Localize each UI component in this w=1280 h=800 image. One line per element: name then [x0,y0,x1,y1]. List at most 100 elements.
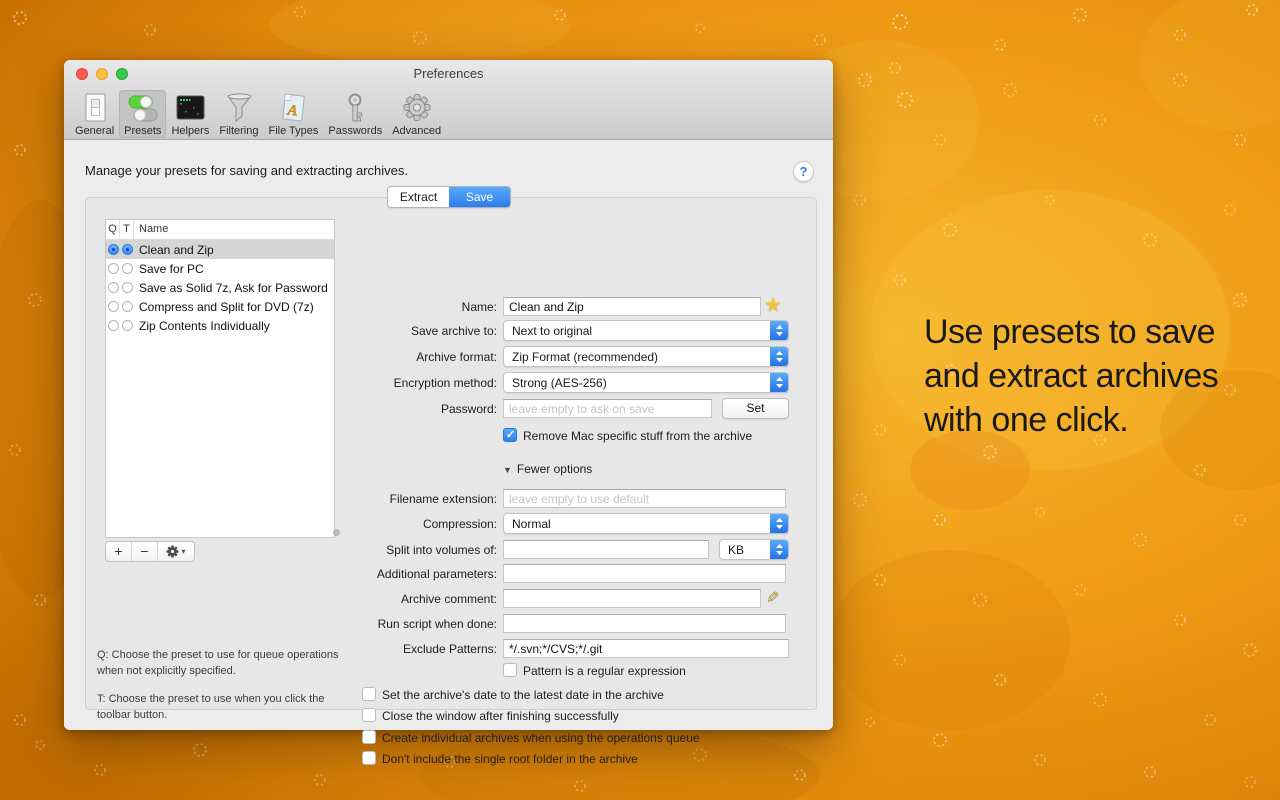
archive-date-checkbox[interactable] [362,687,376,701]
popup-arrows-icon [770,514,788,533]
close-window-label: Close the window after finishing success… [382,709,619,723]
additional-parameters-field[interactable] [503,564,786,583]
document-a-icon: A [275,91,311,125]
queue-radio[interactable] [108,320,119,331]
marketing-caption: Use presets to save and extract archives… [924,310,1224,443]
preset-row[interactable]: Zip Contents Individually [106,316,334,335]
filename-extension-field[interactable] [503,489,786,508]
queue-note: Q: Choose the preset to use for queue op… [97,648,345,680]
queue-radio[interactable] [108,263,119,274]
column-header-name[interactable]: Name [134,220,334,239]
toolbar-item-general[interactable]: General [70,90,119,138]
toolbar-item-helpers[interactable]: Helpers [166,90,214,138]
preset-name: Zip Contents Individually [134,319,334,333]
remove-mac-label: Remove Mac specific stuff from the archi… [523,429,752,443]
page-description: Manage your presets for saving and extra… [85,163,408,178]
preset-list-header: Q T Name [106,220,334,240]
preset-row[interactable]: Save for PC [106,259,334,278]
toolbar-radio[interactable] [122,263,133,274]
toolbar-label: Passwords [328,125,382,138]
archive-format-label: Archive format: [325,350,497,364]
split-unit-select[interactable]: KB [719,539,789,560]
preferences-content: Manage your presets for saving and extra… [64,140,833,730]
archive-format-select[interactable]: Zip Format (recommended) [503,346,789,367]
tab-save[interactable]: Save [449,187,510,207]
exclude-patterns-field[interactable] [503,639,789,658]
run-script-label: Run script when done: [325,617,497,631]
compression-label: Compression: [325,517,497,531]
split-volumes-field[interactable] [503,540,709,559]
toolbar-label: Presets [124,125,161,138]
column-header-t[interactable]: T [120,220,134,239]
individual-archives-checkbox[interactable] [362,730,376,744]
preset-row[interactable]: Compress and Split for DVD (7z) [106,297,334,316]
extract-save-segmented-control: Extract Save [387,186,511,208]
popup-arrows-icon [770,373,788,392]
toggles-icon [125,91,161,125]
toolbar-label: Filtering [219,125,258,138]
pattern-regex-checkbox[interactable] [503,663,517,677]
pattern-regex-label: Pattern is a regular expression [523,664,686,678]
remove-preset-button[interactable]: − [132,542,158,561]
popup-arrows-icon [770,321,788,340]
toolbar-item-passwords[interactable]: Passwords [323,90,387,138]
preset-row[interactable]: Clean and Zip [106,240,334,259]
set-password-button[interactable]: Set [722,398,789,419]
toolbar-radio[interactable] [122,282,133,293]
save-archive-to-select[interactable]: Next to original [503,320,789,341]
close-window-checkbox[interactable] [362,708,376,722]
exclude-patterns-label: Exclude Patterns: [325,642,497,656]
queue-radio[interactable] [108,244,119,255]
add-preset-button[interactable]: + [106,542,132,561]
encryption-method-select[interactable]: Strong (AES-256) [503,372,789,393]
toolbar-item-presets[interactable]: Presets [119,90,166,138]
disclosure-triangle-icon: ▼ [503,465,512,475]
root-folder-label: Don't include the single root folder in … [382,752,638,766]
preset-name: Save as Solid 7z, Ask for Password [134,281,334,295]
edit-comment-pencil-icon[interactable]: ✎ [766,588,779,608]
split-volumes-label: Split into volumes of: [325,543,497,557]
toolbar-item-file-types[interactable]: A File Types [263,90,323,138]
archive-comment-label: Archive comment: [325,592,497,606]
chevron-down-icon: ▾ [181,542,185,561]
window-title: Preferences [64,66,833,81]
tab-extract[interactable]: Extract [388,187,449,207]
toolbar: General Presets Helpers Filtering A File… [64,88,833,140]
key-icon [337,91,373,125]
save-archive-to-label: Save archive to: [325,324,497,338]
titlebar[interactable]: Preferences [64,60,833,88]
remove-mac-checkbox[interactable] [503,428,517,442]
popup-arrows-icon [770,347,788,366]
help-button[interactable]: ? [793,161,814,182]
name-field[interactable] [503,297,761,316]
funnel-icon [221,91,257,125]
root-folder-checkbox[interactable] [362,751,376,765]
archive-date-label: Set the archive's date to the latest dat… [382,688,664,702]
preset-row[interactable]: Save as Solid 7z, Ask for Password [106,278,334,297]
toolbar-radio[interactable] [122,301,133,312]
light-switch-icon [77,91,113,125]
terminal-icon [172,91,208,125]
preferences-window: Preferences General Presets Helpers Filt… [64,60,833,730]
compression-select[interactable]: Normal [503,513,789,534]
favorite-star-icon[interactable]: ★ [764,292,782,317]
popup-arrows-icon [770,540,788,559]
name-label: Name: [325,300,497,314]
encryption-method-label: Encryption method: [325,376,497,390]
toolbar-item-advanced[interactable]: Advanced [387,90,446,138]
toolbar-radio[interactable] [122,244,133,255]
password-field[interactable] [503,399,712,418]
gear-small-icon [166,545,179,558]
archive-comment-field[interactable] [503,589,761,608]
toolbar-radio[interactable] [122,320,133,331]
preset-actions-menu-button[interactable]: ▾ [158,542,194,561]
queue-radio[interactable] [108,301,119,312]
preset-name: Clean and Zip [134,243,334,257]
queue-radio[interactable] [108,282,119,293]
gear-icon [399,91,435,125]
toolbar-label: File Types [268,125,318,138]
toolbar-item-filtering[interactable]: Filtering [214,90,263,138]
fewer-options-disclosure[interactable]: ▼Fewer options [503,462,592,476]
column-header-q[interactable]: Q [106,220,120,239]
run-script-field[interactable] [503,614,786,633]
